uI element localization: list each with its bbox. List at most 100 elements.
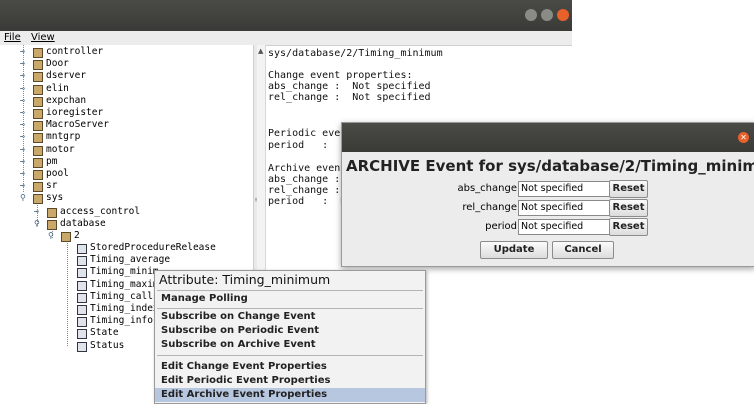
- abs-change-label: abs_change: [457, 183, 518, 194]
- info-line: Archive event: [268, 163, 347, 174]
- abs-change-reset-button[interactable]: Reset: [609, 180, 648, 198]
- expand-toggle-icon[interactable]: ⊸: [20, 131, 27, 143]
- expand-toggle-icon[interactable]: ⊸: [20, 144, 27, 156]
- collapse-toggle-icon[interactable]: ⚲: [34, 218, 41, 230]
- tree-item-label: Timing_info: [90, 315, 153, 327]
- attribute-context-menu: Attribute: Timing_minimum Manage Polling…: [154, 270, 426, 404]
- folder-icon: [33, 96, 43, 107]
- update-button[interactable]: Update: [480, 241, 548, 259]
- expand-toggle-icon[interactable]: ⊸: [20, 156, 27, 168]
- expand-toggle-icon[interactable]: ⊸: [20, 168, 27, 180]
- info-line: period : No: [268, 196, 353, 207]
- info-line: period : 10: [268, 140, 353, 151]
- tree-item-label: pm: [46, 155, 58, 167]
- expand-toggle-icon[interactable]: ⊸: [20, 58, 27, 70]
- folder-icon: [33, 145, 43, 156]
- attribute-icon: [77, 268, 87, 279]
- menu-item-edit-periodic[interactable]: Edit Periodic Event Properties: [155, 374, 425, 388]
- folder-icon: [33, 182, 43, 193]
- collapse-toggle-icon[interactable]: ⚲: [20, 192, 27, 204]
- tree-item-label: MacroServer: [46, 119, 109, 131]
- period-row: period Not specified Reset: [342, 218, 754, 236]
- attribute-icon: [77, 280, 87, 291]
- folder-icon: [33, 121, 43, 132]
- folder-icon: [33, 60, 43, 71]
- expand-toggle-icon[interactable]: ⊸: [20, 119, 27, 131]
- folder-icon: [33, 157, 43, 168]
- period-input[interactable]: Not specified: [518, 219, 610, 235]
- tree-item-label: mntgrp: [46, 131, 81, 143]
- attribute-icon: [77, 329, 87, 340]
- close-icon[interactable]: [557, 9, 569, 21]
- tree-item-label: controller: [46, 46, 104, 57]
- dialog-heading: ARCHIVE Event for sys/database/2/Timing_…: [346, 157, 754, 175]
- folder-icon: [33, 194, 43, 205]
- expand-toggle-icon[interactable]: ⊸: [34, 206, 41, 218]
- attribute-icon: [77, 317, 87, 328]
- folder-icon: [47, 220, 57, 230]
- expand-toggle-icon[interactable]: ⊸: [20, 180, 27, 192]
- folder-icon: [47, 208, 57, 218]
- tree-item-label: Timing_average: [90, 254, 171, 266]
- cancel-button[interactable]: Cancel: [552, 241, 614, 259]
- minimize-icon[interactable]: [525, 9, 537, 21]
- folder-icon: [33, 48, 43, 58]
- dialog-titlebar[interactable]: ✕: [342, 123, 754, 152]
- tree-item-label: expchan: [46, 94, 87, 106]
- rel-change-reset-button[interactable]: Reset: [609, 199, 648, 217]
- collapse-toggle-icon[interactable]: ⚲: [48, 230, 55, 242]
- expand-toggle-icon[interactable]: ⊸: [20, 95, 27, 107]
- attribute-icon: [77, 244, 87, 254]
- tree-item-label: Status: [90, 339, 125, 351]
- folder-icon: [33, 133, 43, 144]
- tree-item-label: Door: [46, 58, 69, 70]
- tree-item-label: ioregister: [46, 107, 104, 118]
- tree-item-label: Timing_maxim: [90, 278, 159, 290]
- window-titlebar[interactable]: [0, 0, 572, 31]
- info-line: rel_change :: [268, 185, 341, 196]
- tree-item-label: elin: [46, 82, 69, 94]
- expand-toggle-icon[interactable]: ⊸: [20, 83, 27, 95]
- menu-item-subscribe-archive[interactable]: Subscribe on Archive Event: [155, 338, 425, 352]
- rel-change-input[interactable]: Not specified: [518, 200, 610, 216]
- menu-item-edit-archive[interactable]: Edit Archive Event Properties: [155, 388, 425, 402]
- menu-item-edit-change[interactable]: Edit Change Event Properties: [155, 360, 425, 374]
- close-icon[interactable]: ✕: [738, 132, 749, 143]
- period-reset-button[interactable]: Reset: [609, 218, 648, 236]
- info-line: abs_change : Not specified: [268, 81, 431, 92]
- period-label: period: [485, 221, 517, 232]
- attribute-icon: [77, 305, 87, 315]
- tree-item-label: motor: [46, 143, 75, 155]
- menu-item-subscribe-change[interactable]: Subscribe on Change Event: [155, 310, 425, 324]
- expand-toggle-icon[interactable]: ⊸: [20, 46, 27, 58]
- tree-item-label: access_control: [60, 206, 141, 217]
- folder-icon: [33, 170, 43, 180]
- tree-item-label: pool: [46, 168, 69, 179]
- expand-toggle-icon[interactable]: ⊸: [20, 70, 27, 82]
- info-line: Periodic event: [268, 128, 353, 139]
- abs-change-input[interactable]: Not specified: [518, 181, 610, 197]
- folder-icon: [33, 84, 43, 95]
- tree-item-label: Timing_index: [90, 303, 159, 314]
- menu-item-manage-polling[interactable]: Manage Polling: [155, 292, 425, 306]
- context-menu-title: Attribute: Timing_minimum: [159, 272, 331, 287]
- tree-item-label: State: [90, 327, 119, 339]
- rel-change-label: rel_change: [462, 202, 517, 213]
- folder-icon: [61, 232, 71, 242]
- tree-item-label: dserver: [46, 70, 87, 82]
- info-line: abs_change :: [268, 174, 341, 185]
- info-line: Change event properties:: [268, 70, 413, 81]
- tree-item-label: Timing_minim: [90, 266, 159, 278]
- menu-file[interactable]: File: [4, 31, 21, 45]
- tree-item-label: sys: [46, 192, 64, 204]
- tree-item-label: sr: [46, 180, 58, 192]
- maximize-icon[interactable]: [541, 9, 553, 21]
- menu-item-subscribe-periodic[interactable]: Subscribe on Periodic Event: [155, 324, 425, 338]
- expand-toggle-icon[interactable]: ⊸: [20, 107, 27, 119]
- menu-view[interactable]: View: [31, 31, 55, 45]
- tree-item-label: database: [60, 218, 106, 229]
- attribute-icon: [77, 292, 87, 303]
- tree-item-label: StoredProcedureRelease: [90, 242, 216, 253]
- folder-icon: [33, 109, 43, 119]
- menu-bar: File View: [0, 31, 572, 46]
